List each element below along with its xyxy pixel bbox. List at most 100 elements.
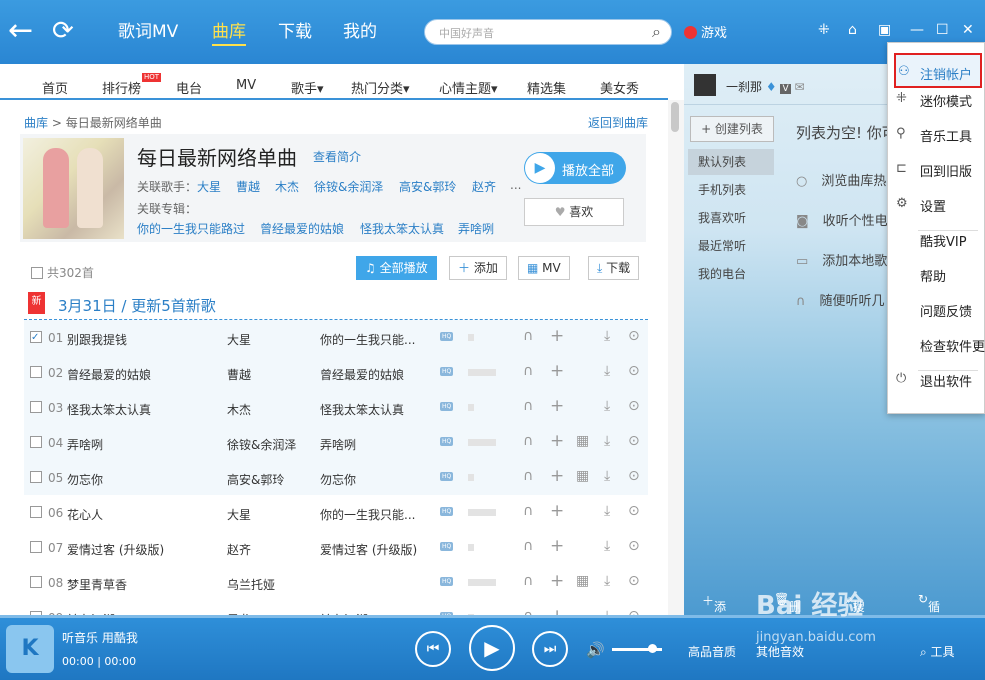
related-album-link[interactable]: 你的一生我只能路过: [137, 220, 245, 237]
song-singer[interactable]: 曹越: [227, 366, 251, 383]
add-icon[interactable]: +: [550, 571, 564, 591]
cat-radio[interactable]: 电台: [176, 78, 202, 97]
related-singer-link[interactable]: 曹越: [236, 178, 260, 195]
song-singer[interactable]: 大星: [227, 331, 251, 348]
song-singer[interactable]: 木杰: [227, 401, 251, 418]
song-checkbox[interactable]: ✓: [30, 331, 42, 343]
scrollbar[interactable]: [668, 100, 684, 615]
add-icon[interactable]: +: [550, 396, 564, 416]
tab-library[interactable]: 曲库: [212, 20, 246, 46]
footer-loop-button[interactable]: ↻ 循环: [918, 592, 940, 614]
back-to-library-link[interactable]: 返回到曲库: [588, 114, 648, 131]
maximize-icon[interactable]: ☐: [936, 22, 949, 38]
add-icon[interactable]: +: [550, 431, 564, 451]
avatar[interactable]: [694, 74, 716, 96]
menu-item[interactable]: ⁜ 迷你模式: [888, 82, 985, 117]
previous-button[interactable]: ⏮: [415, 631, 451, 667]
song-row[interactable]: 04 弄啥咧 徐铵&余润泽 弄啥咧 HQ ∩ + ▦ ⤓ ⊙: [24, 425, 648, 460]
view-intro-link[interactable]: 查看简介: [313, 148, 361, 165]
song-row[interactable]: 08 梦里青草香 乌兰托娅 HQ ∩ + ▦ ⤓ ⊙: [24, 565, 648, 600]
add-icon[interactable]: +: [550, 466, 564, 486]
song-title[interactable]: 花心人: [67, 506, 103, 523]
song-singer[interactable]: 大星: [227, 506, 251, 523]
option-random[interactable]: ∩ 随便听听几: [796, 290, 885, 309]
song-album[interactable]: 你的一生我只能...: [320, 506, 415, 523]
song-title[interactable]: 怪我太笨太认真: [67, 401, 151, 418]
download-icon[interactable]: ⤓: [604, 538, 610, 554]
more-options-icon[interactable]: ⊙: [628, 398, 640, 414]
tab-mine[interactable]: 我的: [343, 20, 377, 44]
song-singer[interactable]: 乌兰托娅: [227, 576, 275, 593]
menu-item[interactable]: 检查软件更: [888, 327, 985, 362]
song-row[interactable]: 07 爱情过客 (升级版) 赵齐 爱情过客 (升级版) HQ ∩ + ⤓ ⊙: [24, 530, 648, 565]
mail-icon[interactable]: ✉: [794, 80, 804, 94]
song-title[interactable]: 别跟我提钱: [67, 331, 127, 348]
song-title[interactable]: 曾经最爱的姑娘: [67, 366, 151, 383]
create-list-button[interactable]: + 创建列表: [690, 116, 774, 142]
song-checkbox[interactable]: [30, 401, 42, 413]
song-title[interactable]: 弄啥咧: [67, 436, 103, 453]
select-all-checkbox[interactable]: [31, 267, 43, 279]
option-browse-library[interactable]: ○ 浏览曲库热: [796, 170, 886, 189]
breadcrumb-root[interactable]: 曲库: [24, 116, 48, 130]
song-checkbox[interactable]: [30, 366, 42, 378]
download-icon[interactable]: ⤓: [604, 328, 610, 344]
list-favorites[interactable]: 我喜欢听: [688, 205, 774, 231]
headphones-icon[interactable]: ∩: [523, 328, 533, 344]
song-album[interactable]: 勿忘你: [320, 471, 356, 488]
more-options-icon[interactable]: ⊙: [628, 503, 640, 519]
headphones-icon[interactable]: ∩: [523, 398, 533, 414]
cat-singer[interactable]: 歌手▾: [291, 78, 324, 97]
tools-button[interactable]: ⌕ 工具: [920, 643, 955, 660]
volume-knob[interactable]: [648, 644, 657, 653]
footer-add-button[interactable]: ＋ 添加: [702, 592, 726, 614]
search-input[interactable]: 中国好声音 ⌕: [424, 19, 672, 45]
menu-item[interactable]: 帮助: [888, 257, 985, 292]
download-icon[interactable]: ⤓: [604, 608, 610, 615]
song-row[interactable]: ✓ 01 别跟我提钱 大星 你的一生我只能... HQ ∩ + ⤓ ⊙: [24, 320, 648, 355]
menu-item[interactable]: 酷我VIP: [888, 222, 985, 257]
more-options-icon[interactable]: ⊙: [628, 538, 640, 554]
more-options-icon[interactable]: ⊙: [628, 573, 640, 589]
scrollbar-thumb[interactable]: [671, 102, 679, 132]
download-button[interactable]: ⤓ 下载: [588, 256, 640, 280]
song-title[interactable]: 勿忘你: [67, 471, 103, 488]
more-options-icon[interactable]: ⊙: [628, 363, 640, 379]
song-album[interactable]: 你的一生我只能...: [320, 331, 415, 348]
close-icon[interactable]: ✕: [962, 22, 974, 38]
select-all-count[interactable]: 共302首: [31, 264, 94, 281]
song-row[interactable]: 06 花心人 大星 你的一生我只能... HQ ∩ + ⤓ ⊙: [24, 495, 648, 530]
skin-icon[interactable]: ⌂: [848, 22, 857, 38]
more-options-icon[interactable]: ⊙: [628, 433, 640, 449]
related-album-link[interactable]: 怪我太笨太认真: [360, 220, 444, 237]
menu-item[interactable]: ⏻ 退出软件: [888, 362, 985, 397]
list-recent[interactable]: 最近常听: [688, 233, 774, 259]
song-title[interactable]: 梦里青草香: [67, 576, 127, 593]
more-singers[interactable]: ...: [510, 178, 521, 192]
mv-icon[interactable]: ▦: [576, 573, 589, 589]
effects-button[interactable]: 其他音效: [756, 643, 804, 660]
song-singer[interactable]: 赵齐: [227, 541, 251, 558]
search-icon[interactable]: ⌕: [652, 22, 661, 42]
song-album[interactable]: 怪我太笨太认真: [320, 401, 404, 418]
option-radio[interactable]: ◙ 收听个性电: [796, 210, 888, 229]
headphones-icon[interactable]: ∩: [523, 538, 533, 554]
related-singer-link[interactable]: 赵齐: [472, 178, 496, 195]
headphones-icon[interactable]: ∩: [523, 468, 533, 484]
mini-mode-icon[interactable]: ⁜: [818, 22, 830, 38]
volume-icon[interactable]: 🔊: [586, 641, 605, 659]
headphones-icon[interactable]: ∩: [523, 608, 533, 615]
related-singer-link[interactable]: 木杰: [275, 178, 299, 195]
more-options-icon[interactable]: ⊙: [628, 608, 640, 615]
play-button[interactable]: ▶: [469, 625, 515, 671]
refresh-icon[interactable]: ⟳: [52, 16, 74, 46]
more-options-icon[interactable]: ⊙: [628, 328, 640, 344]
cat-charts[interactable]: 排行榜: [102, 78, 141, 97]
list-default[interactable]: 默认列表: [688, 149, 774, 175]
cat-mv[interactable]: MV: [236, 78, 256, 93]
song-singer[interactable]: 徐铵&余润泽: [227, 436, 296, 453]
list-my-radio[interactable]: 我的电台: [688, 261, 774, 287]
menu-item[interactable]: ⚙ 设置: [888, 187, 985, 222]
song-title[interactable]: 爱情过客 (升级版): [67, 541, 164, 558]
song-album[interactable]: 弄啥咧: [320, 436, 356, 453]
